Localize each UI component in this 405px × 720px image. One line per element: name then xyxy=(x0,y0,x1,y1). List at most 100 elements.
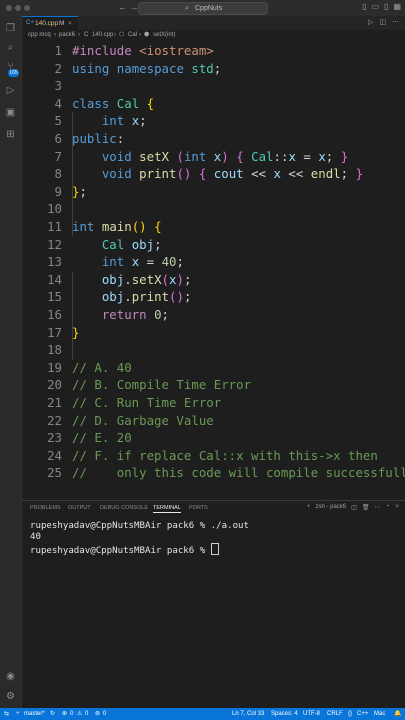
tab-debug-console[interactable]: DEBUG CONSOLE xyxy=(100,505,148,511)
zoom-window-button[interactable] xyxy=(24,5,30,11)
line-number: 14 xyxy=(47,271,62,287)
more-actions-icon[interactable]: ⋯ xyxy=(392,18,399,26)
terminal-line: rupeshyadav@CppNutsMBAir pack6 % ./a.out xyxy=(30,521,249,531)
line-number: 3 xyxy=(54,78,62,94)
notifications-icon[interactable]: 🔔 xyxy=(394,708,401,720)
platform[interactable]: Mac xyxy=(374,708,385,720)
code-line: 22 // D. Garbage Value xyxy=(22,412,405,430)
cursor-position[interactable]: Ln 7, Col 33 xyxy=(232,708,264,720)
braces-icon: {} xyxy=(348,711,353,717)
line-number: 8 xyxy=(54,166,62,182)
comment-line: // B. Compile Time Error xyxy=(72,377,252,393)
line-number: 7 xyxy=(54,148,62,164)
warning-count[interactable]: 0 xyxy=(85,708,88,720)
navigation-arrows[interactable]: ← → xyxy=(118,2,139,12)
line-number: 17 xyxy=(47,324,62,340)
panel-actions: + zsh - pack6 ◫ 🗑 ⋯ ⌃ × xyxy=(307,504,399,511)
terminal-line: 40 xyxy=(30,532,41,543)
comment-line: // E. 20 xyxy=(72,430,132,446)
split-editor-icon[interactable]: ◫ xyxy=(379,18,386,26)
code-line: 4 class Cal { xyxy=(22,95,405,113)
terminal-output[interactable]: rupeshyadav@CppNutsMBAir pack6 % ./a.out… xyxy=(30,521,249,558)
line-number: 24 xyxy=(47,447,62,463)
new-terminal-icon[interactable]: + xyxy=(307,504,311,511)
command-center-search[interactable]: ⌕ CppNuts xyxy=(138,2,268,15)
explorer-icon[interactable]: ❐ xyxy=(4,22,17,35)
warning-icon: ⚠ xyxy=(77,711,83,717)
tab-ports[interactable]: PORTS xyxy=(189,505,208,511)
tab-output[interactable]: OUTPUT xyxy=(68,505,91,511)
code-line: 25 // only this code will compile success… xyxy=(22,464,405,482)
window-controls[interactable] xyxy=(6,5,30,11)
code-editor[interactable]: 1 #include <iostream> 2 using namespace st… xyxy=(22,42,405,487)
branch-name[interactable]: master* xyxy=(24,708,45,720)
toggle-secondary-sidebar-icon[interactable]: ▯ xyxy=(384,2,388,11)
breadcrumb-item[interactable]: cpp mcq xyxy=(28,30,51,40)
remote-icon[interactable]: ⇆ xyxy=(4,708,9,720)
class-icon: ⬡ xyxy=(119,32,125,38)
title-bar: ← → ⌕ CppNuts ▯ ▭ ▯ ▦ xyxy=(0,0,405,17)
close-icon[interactable]: × xyxy=(68,17,72,30)
search-icon[interactable]: ⌕ xyxy=(4,41,17,54)
source-control-badge: 165 xyxy=(8,69,19,77)
comment-line: // F. if replace Cal::x with this->x the… xyxy=(72,447,378,463)
sync-icon[interactable]: ↻ xyxy=(50,708,55,720)
encoding[interactable]: UTF-8 xyxy=(303,708,320,720)
code-line: 9}; xyxy=(22,183,405,201)
breadcrumb-item[interactable]: 140.cpp xyxy=(92,30,113,40)
terminal-selector[interactable]: zsh - pack6 xyxy=(315,504,346,511)
kill-terminal-icon[interactable]: 🗑 xyxy=(362,504,370,511)
code-line: 2 using namespace std; xyxy=(22,60,405,78)
ports-count[interactable]: 0 xyxy=(103,708,106,720)
line-number: 10 xyxy=(47,201,62,217)
toggle-sidebar-icon[interactable]: ▯ xyxy=(362,2,366,11)
code-line: 5 int x; xyxy=(22,112,405,130)
account-icon[interactable]: ◉ xyxy=(4,670,17,683)
tab-problems[interactable]: PROBLEMS xyxy=(30,505,61,511)
language-mode[interactable]: C++ xyxy=(357,708,368,720)
activity-bar: ❐ ⌕ ⑂ 165 ▷ ▣ ⊞ ◉ ⚙ xyxy=(0,16,22,708)
line-number: 22 xyxy=(47,412,62,428)
split-terminal-icon[interactable]: ◫ xyxy=(351,504,357,511)
manage-gear-icon[interactable]: ⚙ xyxy=(4,690,17,703)
maximize-panel-icon[interactable]: ⌃ xyxy=(385,504,390,511)
extensions-icon[interactable]: ⊞ xyxy=(4,128,17,141)
code-line: 24 // F. if replace Cal::x with this->x t… xyxy=(22,447,405,465)
search-icon: ⌕ xyxy=(185,5,189,12)
line-number: 12 xyxy=(47,236,62,252)
more-actions-icon[interactable]: ⋯ xyxy=(374,504,380,511)
toggle-panel-icon[interactable]: ▭ xyxy=(371,2,379,11)
minimize-window-button[interactable] xyxy=(15,5,21,11)
tab-140-cpp[interactable]: C+ 140.cpp M × xyxy=(22,16,78,31)
layout-icon[interactable]: ▦ xyxy=(393,2,401,11)
breadcrumb-item[interactable]: pack6 xyxy=(59,30,75,40)
tab-terminal[interactable]: TERMINAL xyxy=(153,505,181,513)
terminal-line: rupeshyadav@CppNutsMBAir pack6 % xyxy=(30,546,211,557)
line-number: 20 xyxy=(47,377,62,393)
eol[interactable]: CRLF xyxy=(327,708,343,720)
comment-line: // only this code will compile successfu… xyxy=(72,465,405,481)
line-number: 15 xyxy=(47,289,62,305)
run-icon[interactable]: ▷ xyxy=(368,18,373,26)
code-line: 11 int main() { xyxy=(22,218,405,236)
comment-line: // A. 40 xyxy=(72,359,132,375)
error-count[interactable]: 0 xyxy=(70,708,73,720)
code-line: 19 // A. 40 xyxy=(22,359,405,377)
tab-filename: 140.cpp xyxy=(35,20,59,27)
close-icon[interactable]: × xyxy=(395,504,399,511)
terminal-cursor xyxy=(210,543,219,556)
run-debug-icon[interactable]: ▷ xyxy=(4,84,17,97)
comment-line: // D. Garbage Value xyxy=(72,412,214,428)
breadcrumb-item[interactable]: Cal xyxy=(128,30,137,40)
line-number: 23 xyxy=(47,430,62,446)
close-window-button[interactable] xyxy=(6,5,12,11)
indentation[interactable]: Spaces: 4 xyxy=(271,708,298,720)
line-number: 1 xyxy=(54,43,62,58)
status-bar: ⇆ ⑂ master* ↻ ⊗ 0 ⚠ 0 ⊚ 0 Ln 7, Col 33 S… xyxy=(0,708,405,720)
breadcrumb-item[interactable]: setX(int) xyxy=(153,30,175,40)
remote-explorer-icon[interactable]: ▣ xyxy=(4,106,17,119)
code-line: 21 // C. Run Time Error xyxy=(22,394,405,412)
code-line: 18 xyxy=(22,341,405,359)
ports-icon: ⊚ xyxy=(95,711,101,717)
line-number: 25 xyxy=(47,465,62,481)
